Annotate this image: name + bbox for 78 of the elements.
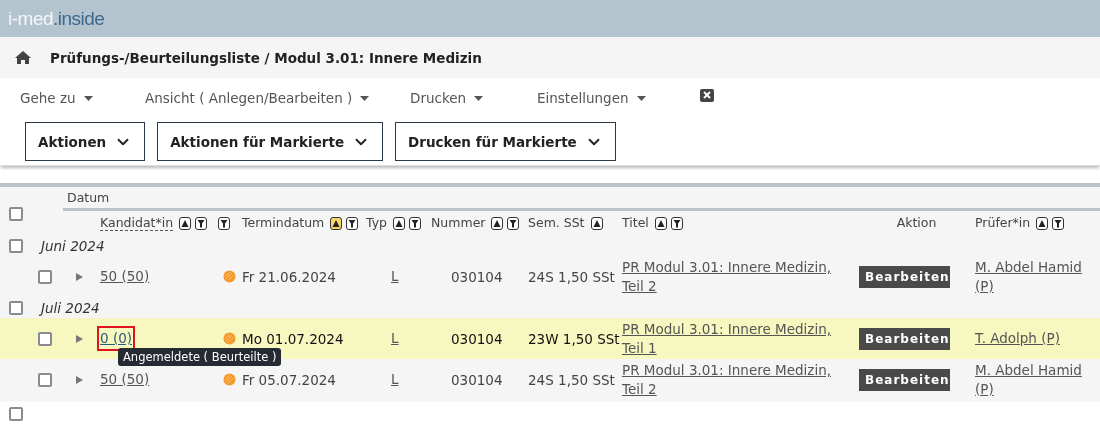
examiner-link[interactable]: T. Adolph (P) xyxy=(975,329,1060,348)
dropdown-button[interactable]: Aktionen xyxy=(25,122,146,161)
status-dot-icon xyxy=(223,270,236,283)
number-text: 030104 xyxy=(451,330,503,347)
number-text: 030104 xyxy=(451,371,503,388)
caret-icon xyxy=(474,95,484,101)
column-header: Aktion xyxy=(896,215,937,231)
sort-icon[interactable] xyxy=(179,216,192,230)
column-group-heading: Datum xyxy=(66,190,110,205)
sort-icon[interactable] xyxy=(654,216,667,230)
group-label: Juni 2024 xyxy=(41,237,105,254)
checkbox[interactable] xyxy=(9,407,23,421)
filter-icon[interactable] xyxy=(346,216,359,230)
column-header: Termindatum xyxy=(242,215,325,231)
filter-icon[interactable] xyxy=(1052,216,1065,230)
app-logo: i-med.inside xyxy=(8,7,105,30)
sort-icon[interactable] xyxy=(1036,216,1049,230)
edit-button[interactable]: Bearbeiten xyxy=(859,368,950,391)
checkbox[interactable] xyxy=(38,372,52,387)
caret-icon xyxy=(360,95,370,101)
candidates-link[interactable]: 50 (50) xyxy=(100,267,150,286)
tooltip: Angemeldete ( Beurteilte ) xyxy=(118,348,282,366)
filter-icon[interactable] xyxy=(670,216,683,230)
checkbox[interactable] xyxy=(9,238,23,253)
column-header: Prüfer*in xyxy=(975,215,1031,231)
dropdown-button[interactable]: Aktionen für Markierte xyxy=(157,122,384,161)
checkbox[interactable] xyxy=(9,300,23,315)
semester-text: 23W 1,50 SSt xyxy=(528,330,620,347)
filter-icon[interactable] xyxy=(409,216,422,230)
number-text: 030104 xyxy=(451,268,503,285)
breadcrumb: Prüfungs-/Beurteilungsliste / Modul 3.01: Innere Medizin xyxy=(50,49,482,66)
sort-icon[interactable] xyxy=(491,216,504,230)
date-text: Fr 05.07.2024 xyxy=(242,371,336,388)
menu-item[interactable]: Gehe zu xyxy=(20,90,145,106)
menu-item[interactable]: Drucken xyxy=(410,90,537,106)
edit-button[interactable]: Bearbeiten xyxy=(859,265,950,288)
column-header: Typ xyxy=(366,215,388,231)
menu-item[interactable]: Einstellungen xyxy=(537,90,692,106)
column-header: Nummer xyxy=(431,215,486,231)
close-button[interactable] xyxy=(700,88,714,102)
expand-arrow-icon[interactable] xyxy=(76,334,83,343)
semester-text: 24S 1,50 SSt xyxy=(528,371,615,388)
home-icon[interactable] xyxy=(15,51,31,64)
status-dot-icon xyxy=(223,332,236,345)
sort-icon[interactable] xyxy=(330,216,343,230)
status-dot-icon xyxy=(223,373,236,386)
column-header: Sem. SSt xyxy=(528,215,585,231)
sort-icon[interactable] xyxy=(393,216,406,230)
filter-icon[interactable] xyxy=(218,216,230,230)
filter-icon[interactable] xyxy=(195,216,208,230)
group-label: Juli 2024 xyxy=(41,299,100,316)
sort-icon[interactable] xyxy=(590,216,603,230)
edit-button[interactable]: Bearbeiten xyxy=(859,327,950,350)
checkbox[interactable] xyxy=(38,331,52,346)
expand-arrow-icon[interactable] xyxy=(76,375,83,384)
type-link[interactable]: L xyxy=(391,267,399,286)
column-header: Titel xyxy=(622,215,649,231)
semester-text: 24S 1,50 SSt xyxy=(528,268,615,285)
examiner-link[interactable]: M. Abdel Hamid (P) xyxy=(975,360,1090,399)
menu-item[interactable]: Ansicht ( Anlegen/Bearbeiten ) xyxy=(145,90,410,106)
checkbox[interactable] xyxy=(9,207,23,221)
title-link[interactable]: PR Modul 3.01: Innere Medizin, Teil 2 xyxy=(622,360,850,399)
type-link[interactable]: L xyxy=(391,370,399,389)
candidates-link[interactable]: 0 (0) xyxy=(100,329,132,348)
date-text: Mo 01.07.2024 xyxy=(242,330,344,347)
column-header: Kandidat*in xyxy=(100,215,174,231)
title-link[interactable]: PR Modul 3.01: Innere Medizin, Teil 2 xyxy=(622,257,850,296)
type-link[interactable]: L xyxy=(391,329,399,348)
expand-arrow-icon[interactable] xyxy=(76,272,83,281)
examiner-link[interactable]: M. Abdel Hamid (P) xyxy=(975,257,1090,296)
candidates-link[interactable]: 50 (50) xyxy=(100,370,150,389)
date-text: Fr 21.06.2024 xyxy=(242,268,336,285)
filter-icon[interactable] xyxy=(507,216,520,230)
caret-icon xyxy=(636,95,646,101)
dropdown-button[interactable]: Drucken für Markierte xyxy=(395,122,616,161)
caret-icon xyxy=(83,95,93,101)
title-link[interactable]: PR Modul 3.01: Innere Medizin, Teil 1 xyxy=(622,319,850,358)
checkbox[interactable] xyxy=(38,269,52,284)
